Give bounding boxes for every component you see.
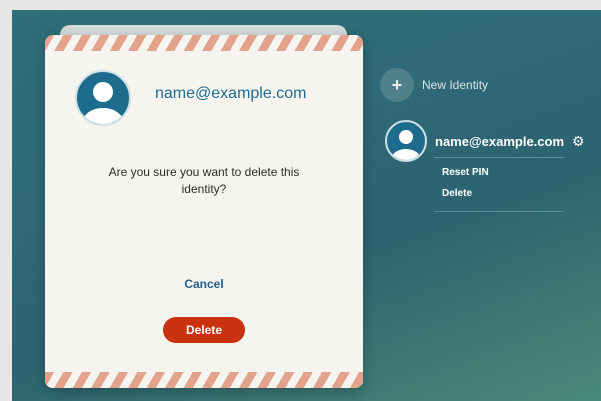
confirm-question: Are you sure you want to delete this ide…: [108, 165, 300, 196]
delete-button[interactable]: Delete: [163, 317, 245, 343]
identity-avatar: [385, 120, 427, 162]
menu-divider-bottom: [434, 211, 564, 212]
menu-item-reset-pin[interactable]: Reset PIN: [442, 167, 489, 178]
identity-item[interactable]: name@example.com ⚙: [385, 120, 585, 162]
dialog-email: name@example.com: [155, 85, 307, 102]
window-top-edge: [0, 0, 601, 10]
avatar-head: [398, 129, 414, 145]
dialog-bottom-stripe: [45, 372, 363, 388]
delete-identity-dialog: name@example.com Are you sure you want t…: [45, 35, 363, 388]
avatar-body: [82, 108, 124, 124]
menu-item-delete[interactable]: Delete: [442, 188, 472, 199]
new-identity-label[interactable]: New Identity: [422, 78, 488, 92]
identity-email: name@example.com: [435, 133, 565, 149]
avatar-head: [93, 82, 113, 103]
avatar: [75, 70, 131, 126]
gear-icon[interactable]: ⚙: [572, 133, 585, 150]
cancel-button[interactable]: Cancel: [45, 277, 363, 291]
window-left-edge: [0, 0, 12, 401]
menu-divider-top: [434, 157, 564, 158]
new-identity-button[interactable]: + New Identity: [380, 67, 488, 103]
avatar-body: [390, 148, 422, 160]
dialog-top-stripe: [45, 35, 363, 51]
plus-icon[interactable]: +: [380, 68, 414, 102]
